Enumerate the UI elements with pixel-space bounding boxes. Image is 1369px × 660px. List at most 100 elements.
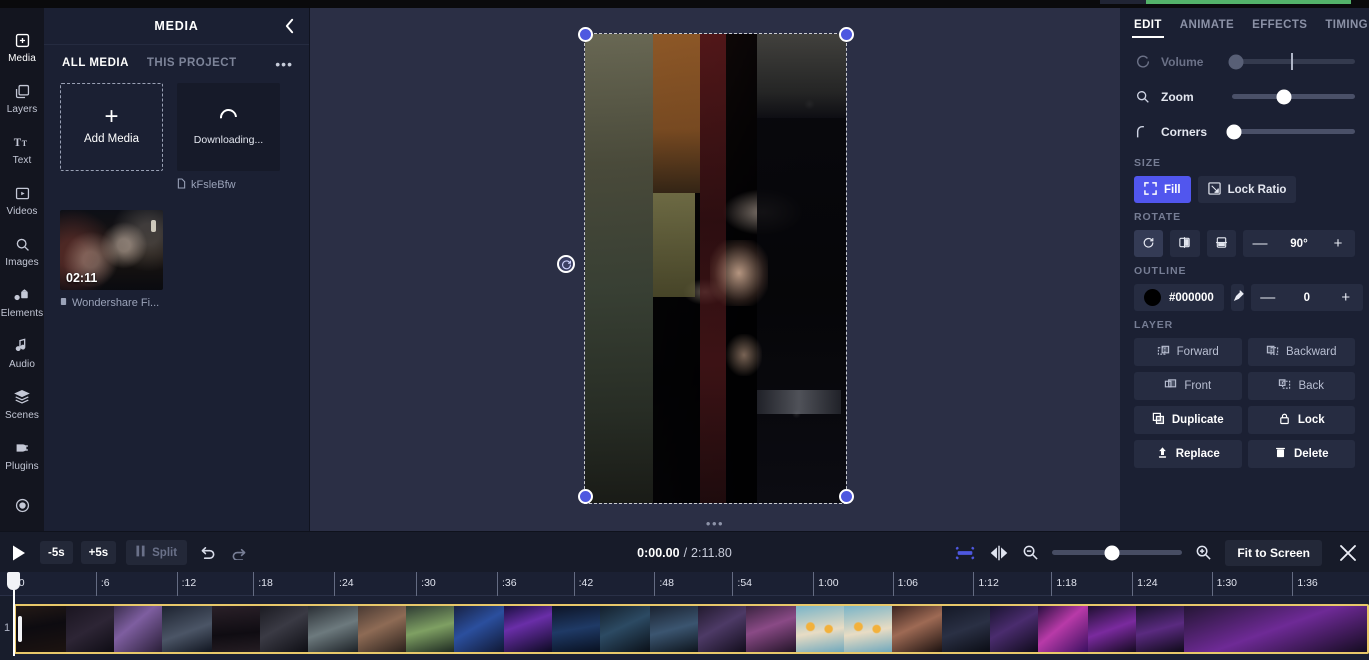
sidebar-item-elements[interactable]: Elements bbox=[0, 277, 44, 328]
fit-to-screen-button[interactable]: Fit to Screen bbox=[1225, 539, 1322, 566]
zoom-in-icon[interactable] bbox=[1195, 544, 1212, 561]
track-number-label: 1 bbox=[0, 596, 14, 660]
clip-frame bbox=[260, 606, 308, 652]
clip-frame bbox=[1038, 606, 1088, 652]
outline-decrease-button[interactable]: — bbox=[1251, 284, 1285, 311]
timeline-zoom-knob[interactable] bbox=[1104, 545, 1120, 560]
forward-5s-button[interactable]: +5s bbox=[80, 541, 117, 564]
fill-label: Fill bbox=[1164, 183, 1181, 196]
replace-icon bbox=[1156, 446, 1169, 462]
zoom-slider-track[interactable] bbox=[1232, 89, 1355, 104]
flip-horizontal-button[interactable] bbox=[1170, 230, 1200, 257]
mirror-icon[interactable] bbox=[989, 544, 1009, 562]
selected-video-clip[interactable] bbox=[584, 33, 847, 504]
lock-icon bbox=[1278, 412, 1291, 428]
timeline-ruler[interactable]: 0 :6 :12 :18 :24 :30 :36 :42 :48 :54 1:0… bbox=[0, 572, 1369, 656]
lock-ratio-button[interactable]: Lock Ratio bbox=[1197, 176, 1297, 203]
volume-slider-track[interactable] bbox=[1228, 53, 1355, 70]
sidebar-item-media[interactable]: Media bbox=[0, 22, 44, 73]
video-thumbnail[interactable]: 02:11 bbox=[60, 210, 163, 290]
flip-vertical-button[interactable] bbox=[1206, 230, 1236, 257]
close-icon[interactable] bbox=[1335, 540, 1361, 566]
sidebar-item-scenes[interactable]: Scenes bbox=[0, 378, 44, 429]
sidebar-item-extra[interactable] bbox=[0, 480, 44, 531]
play-icon[interactable] bbox=[6, 540, 32, 566]
sidebar-item-videos[interactable]: Videos bbox=[0, 175, 44, 226]
clip-content-g bbox=[710, 240, 768, 307]
playhead-handle[interactable] bbox=[7, 572, 21, 590]
rotate-value[interactable]: 90° bbox=[1277, 238, 1321, 250]
tab-effects[interactable]: EFFECTS bbox=[1244, 15, 1315, 38]
sidebar-item-label: Media bbox=[8, 53, 36, 65]
back-5s-button[interactable]: -5s bbox=[40, 541, 73, 564]
undo-icon[interactable] bbox=[195, 541, 219, 565]
zoom-slider-row: Zoom bbox=[1134, 79, 1355, 114]
clip-trim-handle-left[interactable] bbox=[18, 616, 22, 642]
chevron-left-icon[interactable] bbox=[279, 16, 299, 36]
corners-slider-track[interactable] bbox=[1226, 124, 1355, 139]
downloading-card[interactable]: Downloading... bbox=[177, 83, 280, 171]
tab-all-media[interactable]: ALL MEDIA bbox=[62, 57, 129, 69]
add-media-label: Add Media bbox=[84, 133, 139, 145]
redo-icon[interactable] bbox=[227, 541, 251, 565]
timeline-track-area: 1 bbox=[0, 596, 1369, 660]
timeline-zoom-slider[interactable] bbox=[1052, 545, 1183, 560]
clip-frame bbox=[552, 606, 600, 652]
sidebar-item-text[interactable]: T T Text bbox=[0, 124, 44, 175]
tab-animate[interactable]: ANIMATE bbox=[1172, 15, 1242, 38]
tab-timing[interactable]: TIMING bbox=[1317, 15, 1369, 38]
eyedropper-button[interactable] bbox=[1230, 284, 1244, 311]
media-item-name: kFsleBfw bbox=[191, 179, 236, 191]
sidebar-item-layers[interactable]: Layers bbox=[0, 73, 44, 124]
bring-front-button[interactable]: Front bbox=[1134, 372, 1242, 400]
plugins-icon bbox=[13, 438, 31, 458]
clip-frame bbox=[406, 606, 454, 652]
sidebar-item-audio[interactable]: Audio bbox=[0, 327, 44, 378]
loading-spinner-icon bbox=[216, 105, 241, 129]
zoom-out-icon[interactable] bbox=[1022, 544, 1039, 561]
rotate-reset-icon bbox=[1142, 236, 1155, 252]
timeline-clip[interactable] bbox=[14, 604, 1369, 654]
sidebar-item-label: Scenes bbox=[5, 409, 39, 421]
clip-frame bbox=[454, 606, 504, 652]
ruler-tick: :24 bbox=[334, 572, 354, 596]
canvas-resize-grip[interactable]: ••• bbox=[706, 517, 724, 530]
magnet-icon[interactable] bbox=[954, 545, 976, 561]
media-item-caption: kFsleBfw bbox=[177, 178, 280, 192]
resize-handle-bottom-right[interactable] bbox=[839, 489, 854, 504]
preview-canvas[interactable]: ••• bbox=[310, 8, 1120, 531]
lock-button[interactable]: Lock bbox=[1247, 406, 1355, 434]
replace-button[interactable]: Replace bbox=[1134, 440, 1242, 468]
sidebar-item-plugins[interactable]: Plugins bbox=[0, 429, 44, 480]
outline-color-field[interactable]: #000000 bbox=[1134, 284, 1224, 311]
bring-forward-icon bbox=[1157, 344, 1170, 360]
corners-slider-knob[interactable] bbox=[1226, 124, 1242, 139]
rotate-reset-button[interactable] bbox=[1134, 230, 1164, 257]
resize-handle-bottom-left[interactable] bbox=[578, 489, 593, 504]
tab-this-project[interactable]: THIS PROJECT bbox=[147, 57, 237, 69]
fill-button[interactable]: Fill bbox=[1134, 176, 1191, 203]
rotate-decrease-button[interactable]: — bbox=[1243, 230, 1277, 257]
add-media-button[interactable]: + Add Media bbox=[60, 83, 163, 171]
clip-frame bbox=[990, 606, 1038, 652]
rotate-handle-icon[interactable] bbox=[557, 255, 575, 273]
file-icon bbox=[177, 178, 186, 192]
more-options-icon[interactable]: ••• bbox=[275, 57, 293, 71]
outline-width-value[interactable]: 0 bbox=[1285, 292, 1329, 304]
bring-forward-button[interactable]: Forward bbox=[1134, 338, 1242, 366]
tab-edit[interactable]: EDIT bbox=[1126, 15, 1170, 38]
outline-increase-button[interactable]: + bbox=[1329, 284, 1363, 311]
split-button[interactable]: Split bbox=[126, 540, 188, 565]
resize-handle-top-right[interactable] bbox=[839, 27, 854, 42]
resize-handle-top-left[interactable] bbox=[578, 27, 593, 42]
rotate-increase-button[interactable]: + bbox=[1321, 230, 1355, 257]
total-time: 2:11.80 bbox=[691, 545, 732, 560]
text-icon: T T bbox=[13, 132, 32, 152]
send-back-button[interactable]: Back bbox=[1247, 372, 1355, 400]
volume-slider-knob[interactable] bbox=[1228, 54, 1244, 69]
delete-button[interactable]: Delete bbox=[1247, 440, 1355, 468]
duplicate-button[interactable]: Duplicate bbox=[1134, 406, 1242, 434]
sidebar-item-images[interactable]: Images bbox=[0, 226, 44, 277]
send-backward-button[interactable]: Backward bbox=[1247, 338, 1355, 366]
zoom-slider-knob[interactable] bbox=[1276, 89, 1292, 104]
